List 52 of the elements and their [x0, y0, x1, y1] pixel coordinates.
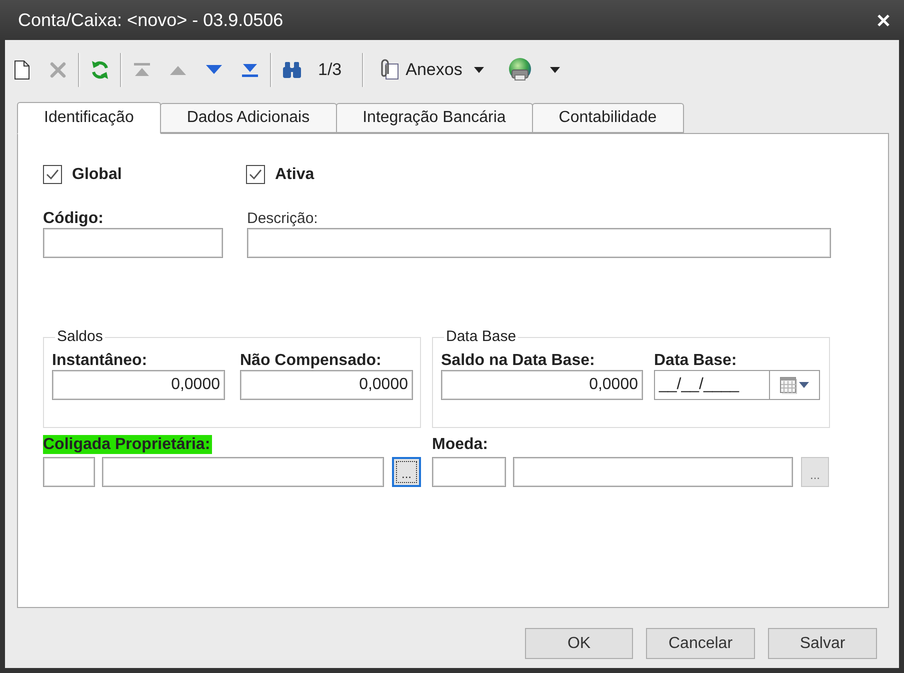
- up-triangle-icon: [169, 64, 187, 76]
- amount-field[interactable]: 0,0000: [52, 370, 225, 400]
- cancel-button[interactable]: Cancelar: [646, 628, 755, 659]
- refresh-icon: [90, 59, 110, 81]
- group-title: Saldos: [56, 329, 104, 345]
- field-label: Coligada Proprietária:: [43, 435, 212, 454]
- tab[interactable]: Integração Bancária: [336, 103, 533, 133]
- group-title: Data Base: [445, 329, 518, 345]
- caret-icon: [799, 382, 809, 388]
- field-label: Código:: [43, 209, 104, 228]
- bar-up-triangle-icon: [133, 62, 151, 78]
- field-label: Moeda:: [432, 435, 488, 454]
- field-label: Não Compensado:: [240, 351, 382, 370]
- attachments-button[interactable]: Anexos: [374, 54, 488, 86]
- checkbox[interactable]: [43, 165, 62, 184]
- caret-icon: [550, 67, 560, 73]
- name-input-field[interactable]: [102, 457, 384, 487]
- down-triangle-icon: [205, 64, 223, 76]
- input-field[interactable]: [247, 228, 831, 258]
- tab[interactable]: Contabilidade: [532, 103, 684, 133]
- tab[interactable]: Identificação: [17, 102, 161, 134]
- date-input[interactable]: __/__/____: [655, 371, 769, 399]
- checkbox-label[interactable]: Ativa: [275, 166, 314, 184]
- amount-field[interactable]: 0,0000: [240, 370, 413, 400]
- checkmark-icon: [46, 169, 59, 180]
- input-field[interactable]: [43, 228, 223, 258]
- record-counter: 1/3: [317, 60, 343, 80]
- caret-icon: [474, 67, 484, 73]
- date-picker[interactable]: __/__/____: [654, 370, 820, 400]
- code-input-field[interactable]: [432, 457, 506, 487]
- amount-field[interactable]: 0,0000: [441, 370, 643, 400]
- field-label: Saldo na Data Base:: [441, 351, 595, 370]
- close-icon: [877, 14, 890, 26]
- checkbox-label[interactable]: Global: [72, 166, 122, 184]
- field-label: Data Base:: [654, 351, 737, 370]
- name-input-field[interactable]: [513, 457, 793, 487]
- down-triangle-bar-icon: [241, 62, 259, 78]
- field-label: Instantâneo:: [52, 351, 148, 370]
- checkbox[interactable]: [246, 165, 265, 184]
- checkmark-icon: [249, 169, 262, 180]
- code-input-field[interactable]: [43, 457, 95, 487]
- window-title: Conta/Caixa: <novo> - 03.9.0506: [18, 10, 284, 30]
- binoculars-icon: [282, 61, 302, 79]
- x-mark-icon: [49, 61, 67, 79]
- tab[interactable]: Dados Adicionais: [160, 103, 337, 133]
- field-label: Descrição:: [247, 209, 318, 228]
- ok-button[interactable]: OK: [525, 628, 633, 659]
- company-lookup-button[interactable]: ...: [392, 457, 421, 487]
- save-button[interactable]: Salvar: [768, 628, 877, 659]
- page-icon: [14, 60, 30, 80]
- calendar-icon: [780, 376, 797, 394]
- currency-lookup-button[interactable]: ...: [801, 457, 829, 487]
